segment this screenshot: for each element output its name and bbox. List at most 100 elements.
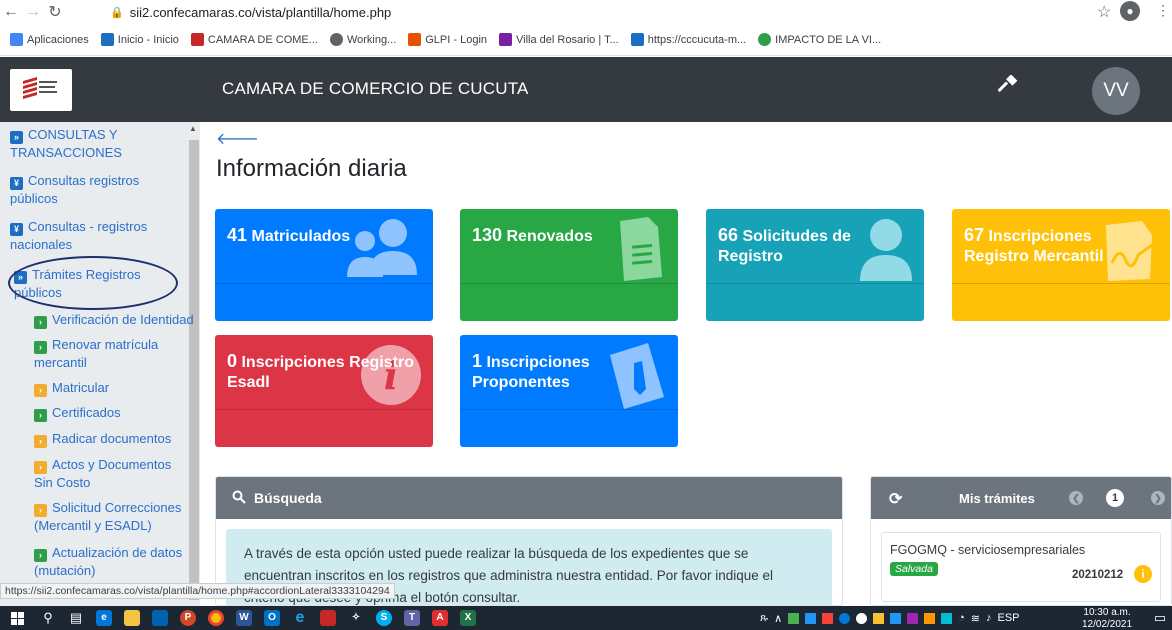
info-icon[interactable]: i xyxy=(1134,565,1152,583)
outlook-icon[interactable]: O xyxy=(258,606,286,630)
task-view-icon[interactable]: ▤ xyxy=(62,606,90,630)
profile-icon[interactable]: ● xyxy=(1120,1,1140,21)
scroll-up-arrow-icon[interactable]: ▲ xyxy=(189,124,197,133)
card-inscripciones-mercantil[interactable]: 67 Inscripciones Registro Mercantil xyxy=(952,209,1170,321)
tray-chevron-icon[interactable]: ∧ xyxy=(774,612,782,625)
gavel-icon[interactable] xyxy=(997,74,1020,103)
back-arrow-icon[interactable]: 🡐 xyxy=(216,128,259,149)
notifications-icon[interactable]: ▭ xyxy=(1146,606,1172,630)
card-solicitudes[interactable]: 66 Solicitudes de Registro xyxy=(706,209,924,321)
refresh-icon[interactable]: ⟳ xyxy=(889,489,902,509)
tramite-item[interactable]: FGOGMQ - serviciosempresariales Salvada … xyxy=(881,532,1161,602)
clock[interactable]: 10:30 a.m. 12/02/2021 xyxy=(1082,608,1132,630)
next-page-icon[interactable]: ❯ xyxy=(1151,491,1165,505)
sharepoint-icon xyxy=(100,33,114,46)
tray-app-icon[interactable] xyxy=(822,612,834,624)
sidebar-item-renovar[interactable]: › Renovar matrícula mercantil xyxy=(34,336,184,371)
sidebar-group-consultas-registros[interactable]: ¥ Consultas registros públicos xyxy=(10,172,180,207)
sidebar-section-consultas[interactable]: » CONSULTAS Y TRANSACCIONES xyxy=(10,126,180,161)
card-footer xyxy=(706,283,924,321)
sidebar-group-consultas-nacionales[interactable]: ¥ Consultas - registros nacionales xyxy=(10,218,180,253)
internet-explorer-icon[interactable]: e xyxy=(286,606,314,630)
bookmark-star-icon[interactable]: ☆ xyxy=(1097,2,1111,22)
edge-legacy-icon[interactable]: e xyxy=(90,606,118,630)
language-indicator[interactable]: ESP xyxy=(998,612,1020,624)
sidebar-item-correcciones[interactable]: › Solicitud Correcciones (Mercantil y ESA… xyxy=(34,499,184,534)
wifi-icon[interactable]: ≋ xyxy=(971,612,980,625)
volume-icon[interactable]: ♪ xyxy=(986,612,992,624)
bookmark-inicio[interactable]: Inicio - Inicio xyxy=(100,33,179,46)
prev-page-icon[interactable]: ❮ xyxy=(1069,491,1083,505)
tray-app-icon[interactable] xyxy=(907,612,919,624)
bookmarks-bar: Aplicaciones Inicio - Inicio CAMARA DE C… xyxy=(0,24,1172,56)
card-matriculados[interactable]: 41 Matriculados xyxy=(215,209,433,321)
teams-icon[interactable]: T xyxy=(398,606,426,630)
card-footer xyxy=(215,409,433,447)
skype-icon[interactable]: S xyxy=(370,606,398,630)
bookmark-working[interactable]: Working... xyxy=(329,33,396,46)
excel-icon[interactable]: X xyxy=(454,606,482,630)
tray-app-icon[interactable] xyxy=(873,612,885,624)
highlight-circle-annotation xyxy=(8,256,178,310)
chamber-logo[interactable] xyxy=(10,69,72,111)
sidebar-item-verificacion[interactable]: › Verificación de Identidad xyxy=(34,311,194,329)
user-avatar[interactable]: VV xyxy=(1092,67,1140,115)
chevron-right-icon: › xyxy=(34,316,47,329)
tray-app-icon[interactable] xyxy=(924,612,936,624)
card-inscripciones-proponentes[interactable]: 1 Inscripciones Proponentes xyxy=(460,335,678,447)
bluetooth-icon[interactable] xyxy=(839,612,851,624)
onedrive-icon[interactable] xyxy=(856,612,868,624)
search-icon[interactable]: ⚲ xyxy=(34,606,62,630)
tramite-code: 20210212 xyxy=(1072,569,1124,581)
url-field[interactable]: 🔒 sii2.confecamaras.co/vista/plantilla/h… xyxy=(110,3,391,21)
browser-address-bar: ← → ↻ 🔒 sii2.confecamaras.co/vista/plant… xyxy=(0,0,1172,24)
acrobat-icon[interactable]: A xyxy=(426,606,454,630)
sharepoint-icon xyxy=(630,33,644,46)
bookmark-villa[interactable]: Villa del Rosario | T... xyxy=(499,33,619,46)
bookmark-impacto[interactable]: IMPACTO DE LA VI... xyxy=(758,33,881,46)
tray-app-icon[interactable] xyxy=(788,612,800,624)
tray-app-icon[interactable] xyxy=(805,612,817,624)
people-icon[interactable]: ጹ xyxy=(760,612,768,625)
chrome-icon[interactable] xyxy=(202,606,230,630)
sidebar-item-certificados[interactable]: › Certificados xyxy=(34,404,184,422)
sidebar-scroll-thumb[interactable] xyxy=(189,140,199,600)
network-icon[interactable]: ◔ xyxy=(958,612,965,624)
sidebar-item-actos[interactable]: › Actos y Documentos Sin Costo xyxy=(34,456,184,491)
clock-date: 12/02/2021 xyxy=(1082,619,1133,630)
camara-logo-icon xyxy=(190,33,204,46)
app-icon[interactable] xyxy=(314,606,342,630)
menu-dots-icon[interactable]: ⋮ xyxy=(1156,2,1170,19)
file-explorer-icon[interactable] xyxy=(118,606,146,630)
card-renovados[interactable]: 130 Renovados xyxy=(460,209,678,321)
tray-app-icon[interactable] xyxy=(890,612,902,624)
windows-start-icon[interactable] xyxy=(0,606,34,630)
forward-arrow-icon[interactable]: → xyxy=(22,1,44,23)
search-panel-header[interactable]: Búsqueda xyxy=(216,477,842,519)
chevron-right-icon: › xyxy=(34,461,47,474)
powerpoint-icon[interactable]: P xyxy=(174,606,202,630)
accessibility-icon[interactable]: ✧ xyxy=(342,606,370,630)
collapse-icon: ¥ xyxy=(10,177,23,190)
store-icon[interactable] xyxy=(146,606,174,630)
back-arrow-icon[interactable]: ← xyxy=(0,1,22,23)
sidebar-item-actualizacion[interactable]: › Actualización de datos (mutación) xyxy=(34,544,184,579)
app-title: CAMARA DE COMERCIO DE CUCUTA xyxy=(222,79,529,98)
word-icon[interactable]: W xyxy=(230,606,258,630)
mis-tramites-title: Mis trámites xyxy=(959,491,1035,506)
globe-icon xyxy=(329,33,343,46)
bookmark-glpi[interactable]: GLPI - Login xyxy=(408,33,487,46)
card-inscripciones-esadl[interactable]: 0 Inscripciones Registro Esadl i xyxy=(215,335,433,447)
current-page-indicator[interactable]: 1 xyxy=(1106,489,1124,507)
bookmark-apps[interactable]: Aplicaciones xyxy=(10,33,89,46)
card-label: 41 Matriculados xyxy=(227,225,351,245)
reload-icon[interactable]: ↻ xyxy=(44,1,66,23)
bookmark-cccucuta[interactable]: https://cccucuta-m... xyxy=(630,33,746,46)
tray-app-icon[interactable] xyxy=(941,612,953,624)
bookmark-camara[interactable]: CAMARA DE COME... xyxy=(190,33,318,46)
mis-tramites-panel: ⟳ Mis trámites ❮ 1 ❯ FGOGMQ - serviciose… xyxy=(870,476,1172,606)
sidebar-item-matricular[interactable]: › Matricular xyxy=(34,379,184,397)
status-url-tooltip: https://sii2.confecamaras.co/vista/plant… xyxy=(0,583,395,599)
tramite-name: FGOGMQ - serviciosempresariales xyxy=(890,543,1086,557)
sidebar-item-radicar[interactable]: › Radicar documentos xyxy=(34,430,184,448)
